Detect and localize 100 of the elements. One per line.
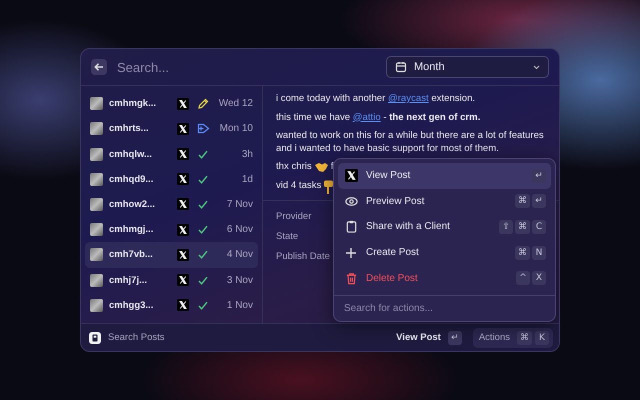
app-logo-icon bbox=[89, 332, 101, 344]
back-button[interactable] bbox=[91, 59, 107, 75]
clipboard-icon bbox=[344, 220, 358, 234]
post-text: i come today with another @raycast extension. bbox=[276, 93, 476, 106]
key-hint: ^ bbox=[516, 271, 530, 286]
post-title: cmhj7j... bbox=[109, 274, 148, 286]
trash-icon bbox=[344, 272, 358, 285]
post-date: 1 Nov bbox=[226, 300, 253, 311]
photo-placeholder bbox=[90, 223, 103, 236]
post-date: 6 Nov bbox=[226, 224, 253, 236]
post-list-item[interactable]: cmhrts... Mon 10 bbox=[85, 116, 258, 142]
key-hint: ↵ bbox=[532, 168, 546, 183]
menu-item[interactable]: Create Post ⌘ N bbox=[338, 240, 551, 266]
menu-item[interactable]: Delete Post ^ X bbox=[338, 265, 551, 291]
post-title: cmhow2... bbox=[109, 198, 156, 210]
metadata-label: State bbox=[276, 230, 298, 242]
action-search-field[interactable]: Search for actions... bbox=[334, 296, 555, 321]
actions-button[interactable]: Actions ⌘ K bbox=[472, 328, 553, 348]
checkmark-icon bbox=[198, 150, 208, 159]
post-date: 4 Nov bbox=[226, 249, 253, 260]
post-title: cmhmgj... bbox=[109, 224, 154, 236]
menu-item[interactable]: Preview Post ⌘ ↵ bbox=[338, 188, 551, 214]
x-logo-icon bbox=[177, 122, 189, 135]
post-text: this time we have @attio - the next gen of crm. bbox=[276, 112, 480, 124]
checkmark-icon bbox=[198, 276, 208, 285]
x-logo-icon bbox=[344, 169, 358, 182]
x-logo-icon bbox=[177, 98, 189, 110]
post-list-item[interactable]: cmh7vb... 4 Nov bbox=[85, 242, 258, 268]
photo-placeholder bbox=[90, 248, 103, 262]
key-hint: X bbox=[532, 271, 546, 286]
post-date: Mon 10 bbox=[218, 123, 253, 134]
key-hint: ⌘ bbox=[517, 330, 532, 344]
send-arrow-icon bbox=[196, 123, 210, 134]
checkmark-icon bbox=[198, 200, 208, 209]
photo-placeholder bbox=[90, 97, 103, 110]
chevron-down-icon bbox=[533, 64, 540, 70]
calendar-icon bbox=[395, 61, 407, 73]
eye-icon bbox=[344, 194, 358, 208]
post-list-item[interactable]: cmhmgj... 6 Nov bbox=[85, 217, 258, 242]
post-text: wanted to work on this for a while but there are a lot of features and i wanted to have basic support for most of them. bbox=[276, 130, 545, 155]
period-dropdown[interactable]: Month bbox=[386, 56, 549, 78]
x-logo-icon bbox=[177, 224, 189, 236]
handshake-icon bbox=[314, 161, 329, 174]
mention-link[interactable]: @raycast bbox=[388, 93, 429, 104]
pencil-icon bbox=[197, 98, 209, 110]
x-logo-icon bbox=[177, 148, 189, 160]
key-hint: ⌘ bbox=[515, 194, 530, 208]
post-date: 1d bbox=[240, 174, 253, 185]
key-hint: K bbox=[535, 330, 549, 344]
post-date: 3h bbox=[240, 148, 253, 160]
x-logo-icon bbox=[177, 299, 189, 312]
key-hint: ⌘ bbox=[515, 220, 530, 234]
post-text: thx chris bbox=[276, 161, 312, 174]
menu-item[interactable]: View Post ↵ bbox=[338, 163, 551, 189]
menu-item-label: Share with a Client bbox=[366, 221, 451, 232]
post-title: cmhmgk... bbox=[109, 98, 157, 110]
key-hint: ⇧ bbox=[499, 220, 513, 234]
post-date: 3 Nov bbox=[226, 274, 253, 286]
photo-placeholder bbox=[90, 198, 103, 211]
x-logo-icon bbox=[177, 248, 189, 261]
post-list-item[interactable]: cmhgg3... 1 Nov bbox=[85, 292, 258, 318]
metadata-label: Provider bbox=[276, 210, 312, 222]
photo-placeholder bbox=[90, 298, 103, 312]
menu-item-label: View Post bbox=[366, 170, 412, 182]
photo-placeholder bbox=[90, 172, 103, 186]
photo-placeholder bbox=[90, 122, 103, 136]
post-list-item[interactable]: cmhj7j... 3 Nov bbox=[85, 268, 258, 293]
checkmark-icon bbox=[198, 174, 208, 184]
key-hint: ⌘ bbox=[515, 246, 530, 260]
menu-item-label: Create Post bbox=[366, 247, 420, 258]
x-logo-icon bbox=[177, 198, 189, 210]
primary-action-button[interactable]: View Post bbox=[396, 332, 441, 343]
mention-link[interactable]: @attio bbox=[352, 112, 381, 122]
checkmark-icon bbox=[198, 250, 208, 260]
post-title: cmh7vb... bbox=[109, 249, 154, 260]
metadata-label: Publish Date bbox=[276, 250, 330, 262]
key-hint: C bbox=[532, 220, 546, 234]
post-text: f bbox=[330, 161, 334, 174]
menu-item[interactable]: Share with a Client ⇧ ⌘ C bbox=[338, 214, 551, 240]
post-text: vid 4 tasks bbox=[276, 180, 322, 193]
menu-item-label: Delete Post bbox=[366, 272, 419, 284]
post-list-item[interactable]: cmhqd9... 1d bbox=[85, 166, 258, 192]
key-hint: N bbox=[532, 246, 546, 260]
x-logo-icon bbox=[177, 274, 189, 286]
post-date: 7 Nov bbox=[226, 198, 253, 210]
checkmark-icon bbox=[198, 300, 208, 310]
post-title: cmhqd9... bbox=[109, 174, 154, 185]
search-field[interactable]: Search... bbox=[115, 58, 378, 76]
footer-title: Search Posts bbox=[108, 332, 166, 343]
key-hint: ↵ bbox=[448, 330, 462, 344]
post-list-item[interactable]: cmhmgk... Wed 12 bbox=[85, 91, 258, 116]
post-list-item[interactable]: cmhqlw... 3h bbox=[85, 141, 258, 167]
checkmark-icon bbox=[198, 225, 208, 234]
post-title: cmhrts... bbox=[109, 123, 150, 134]
x-logo-icon bbox=[177, 173, 189, 186]
post-list-item[interactable]: cmhow2... 7 Nov bbox=[85, 192, 258, 218]
plus-icon bbox=[345, 246, 357, 259]
photo-placeholder bbox=[90, 274, 103, 287]
photo-placeholder bbox=[90, 148, 103, 161]
post-date: Wed 12 bbox=[218, 98, 253, 110]
